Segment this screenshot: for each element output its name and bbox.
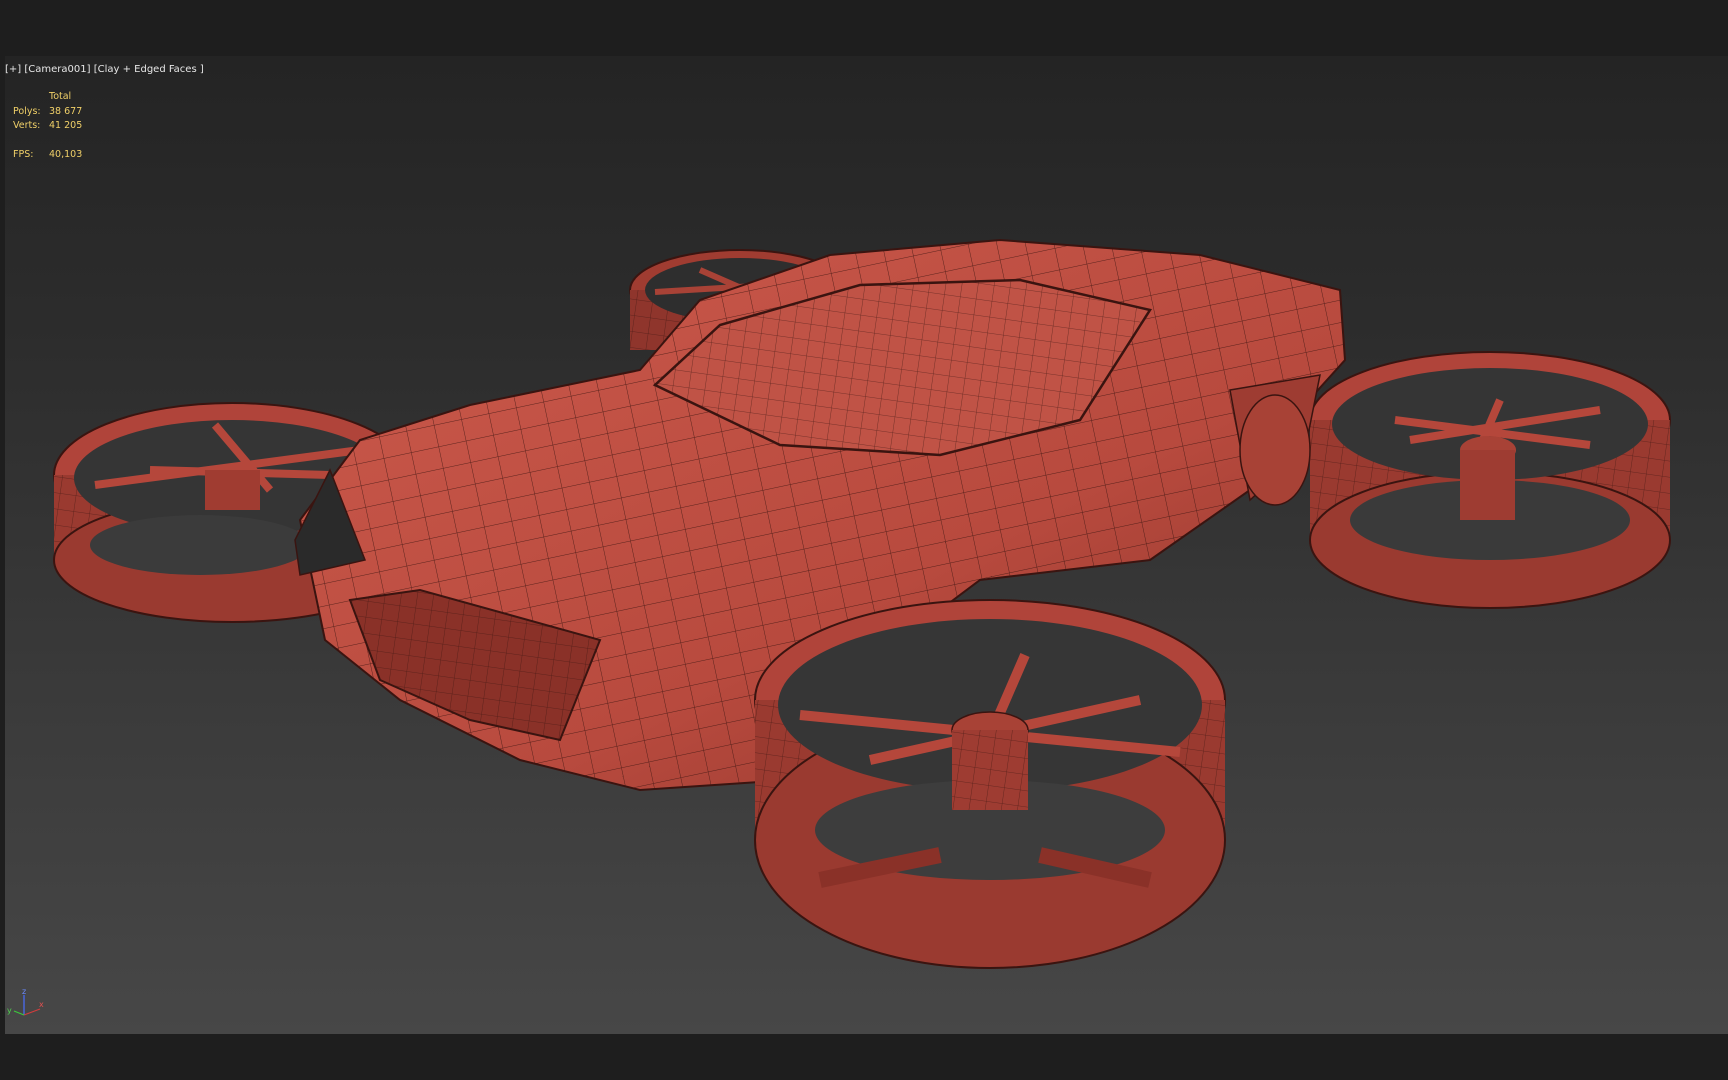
- polys-label: Polys:: [13, 105, 41, 117]
- axis-y-label: y: [7, 1006, 12, 1015]
- polys-value: 38 677: [49, 105, 83, 117]
- viewport-camera-label[interactable]: [Camera001]: [24, 64, 90, 75]
- viewport-statistics: Total Polys: 38 677 Verts: 41 205 FPS: 40,1…: [13, 90, 82, 163]
- axis-x-label: x: [39, 1000, 44, 1009]
- stats-header: Total: [49, 91, 72, 102]
- viewport-menu-plus[interactable]: [+]: [5, 64, 21, 75]
- axis-z-label: z: [22, 987, 26, 996]
- viewport-shading-label[interactable]: [Clay + Edged Faces ]: [94, 64, 204, 75]
- rotor-front-right[interactable]: [754, 599, 1226, 969]
- fps-label: FPS:: [13, 149, 34, 160]
- verts-value: 41 205: [49, 120, 83, 131]
- flying-car-model[interactable]: [0, 0, 1728, 1080]
- rotor-rear-right[interactable]: [1309, 351, 1671, 609]
- axis-gizmo: z x y: [7, 987, 44, 1016]
- fps-value: 40,103: [49, 149, 83, 160]
- viewport-label[interactable]: [+] [Camera001] [Clay + Edged Faces ]: [5, 64, 204, 75]
- verts-label: Verts:: [13, 120, 41, 131]
